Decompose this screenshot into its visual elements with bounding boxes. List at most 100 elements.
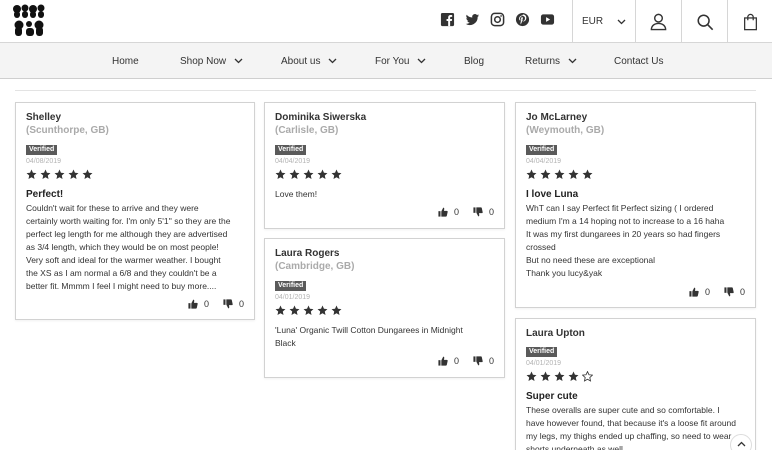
reviewer-location: (Cambridge, GB) <box>275 261 355 272</box>
star-filled-icon <box>540 169 551 179</box>
thumbs-down-icon[interactable] <box>223 299 233 309</box>
currency-label: EUR <box>581 16 604 27</box>
review-date: 04/08/2019 <box>26 158 62 165</box>
star-filled-icon <box>40 169 51 179</box>
nav-item-blog[interactable]: Blog <box>464 43 484 79</box>
thumbs-up-icon[interactable] <box>438 356 448 366</box>
top-header: EUR <box>0 0 772 43</box>
verified-badge: Verified <box>526 145 558 155</box>
nav-item-label: Returns <box>525 55 561 67</box>
star-rating <box>26 169 246 181</box>
review-card: Laura Upton Verified 04/01/2019 Super cu… <box>515 318 756 450</box>
nav-item-label: About us <box>281 55 321 67</box>
reviewer-name: Laura Rogers <box>275 248 340 259</box>
main-nav: Home Shop Now About us For You Blog Retu… <box>0 43 772 79</box>
star-filled-icon <box>82 169 93 179</box>
helpful-yes-count: 0 <box>203 299 209 309</box>
star-filled-icon <box>54 169 65 179</box>
star-empty-icon <box>582 371 593 382</box>
twitter-icon[interactable] <box>465 12 480 27</box>
review-date: 04/01/2019 <box>526 360 562 367</box>
instagram-icon[interactable] <box>490 12 505 27</box>
reviewer-name: Dominika Siwerska <box>275 112 367 123</box>
review-body: 'Luna' Organic Twill Cotton Dungarees in… <box>275 325 463 348</box>
thumbs-up-icon[interactable] <box>188 299 198 309</box>
review-body: WhT can I say Perfect fit Perfect sizing… <box>526 203 725 278</box>
reviewer-location: (Carlisle, GB) <box>275 125 339 136</box>
helpful-yes-count: 0 <box>453 356 459 366</box>
cart-button[interactable] <box>727 0 772 43</box>
verified-badge: Verified <box>526 347 558 357</box>
star-filled-icon <box>331 169 342 179</box>
account-button[interactable] <box>635 0 681 43</box>
review-card: Dominika Siwerska (Carlisle, GB) Verifie… <box>264 102 505 229</box>
review-card: Jo McLarney (Weymouth, GB) Verified 04/0… <box>515 102 756 308</box>
helpful-no-count: 0 <box>739 287 745 297</box>
brand-logo[interactable] <box>12 3 48 39</box>
search-button[interactable] <box>681 0 727 43</box>
star-filled-icon <box>289 305 300 315</box>
nav-item-label: For You <box>375 55 410 67</box>
nav-item-for-you[interactable]: For You <box>375 43 426 79</box>
star-filled-icon <box>540 371 551 381</box>
chevron-down-icon <box>329 58 337 64</box>
thumbs-up-icon[interactable] <box>689 287 699 297</box>
helpful-no-count: 0 <box>488 356 494 366</box>
scroll-to-top-button[interactable] <box>730 434 752 450</box>
thumbs-down-icon[interactable] <box>473 207 483 217</box>
star-rating <box>526 371 747 383</box>
review-card: Laura Rogers (Cambridge, GB) Verified 04… <box>264 238 505 378</box>
reviewer-name: Laura Upton <box>526 328 585 339</box>
star-rating <box>275 305 496 317</box>
star-filled-icon <box>275 305 286 315</box>
star-filled-icon <box>568 371 579 381</box>
nav-item-home[interactable]: Home <box>112 43 139 79</box>
review-body: Love them! <box>275 189 318 199</box>
star-filled-icon <box>289 169 300 179</box>
nav-item-label: Blog <box>464 55 485 67</box>
thumbs-down-icon[interactable] <box>724 287 734 297</box>
star-filled-icon <box>526 169 537 179</box>
review-date: 04/01/2019 <box>275 294 311 301</box>
youtube-icon[interactable] <box>540 12 555 27</box>
helpful-votes: 0 0 <box>689 287 745 297</box>
facebook-icon[interactable] <box>440 12 455 27</box>
chevron-down-icon <box>418 58 426 64</box>
currency-selector[interactable]: EUR <box>572 0 635 43</box>
chevron-down-icon <box>234 58 243 64</box>
divider <box>15 90 756 91</box>
star-filled-icon <box>568 169 579 179</box>
helpful-no-count: 0 <box>238 299 244 309</box>
nav-item-about-us[interactable]: About us <box>281 43 337 79</box>
star-filled-icon <box>68 169 79 179</box>
star-filled-icon <box>275 169 286 179</box>
chevron-up-icon <box>737 441 745 447</box>
star-filled-icon <box>303 305 314 315</box>
user-icon <box>650 13 667 31</box>
review-date: 04/04/2019 <box>275 158 311 165</box>
star-filled-icon <box>554 169 565 179</box>
review-body: Couldn't wait for these to arrive and th… <box>26 203 231 291</box>
reviewer-location: (Scunthorpe, GB) <box>26 125 109 136</box>
nav-item-label: Contact Us <box>614 55 664 67</box>
nav-item-shop-now[interactable]: Shop Now <box>180 43 243 79</box>
star-rating <box>275 169 496 181</box>
reviewer-name: Shelley <box>26 112 62 123</box>
pinterest-icon[interactable] <box>515 12 530 27</box>
thumbs-up-icon[interactable] <box>438 207 448 217</box>
nav-item-returns[interactable]: Returns <box>525 43 577 79</box>
star-filled-icon <box>331 305 342 315</box>
star-filled-icon <box>554 371 565 381</box>
nav-item-label: Home <box>112 55 139 67</box>
star-filled-icon <box>526 371 537 381</box>
chevron-down-icon <box>568 58 577 64</box>
review-title: I love Luna <box>526 189 579 200</box>
review-card: Shelley (Scunthorpe, GB) Verified 04/08/… <box>15 102 255 320</box>
star-filled-icon <box>317 305 328 315</box>
thumbs-down-icon[interactable] <box>473 356 483 366</box>
shopping-bag-icon <box>743 13 757 30</box>
helpful-yes-count: 0 <box>704 287 710 297</box>
verified-badge: Verified <box>275 145 307 155</box>
social-links <box>440 12 555 27</box>
nav-item-contact-us[interactable]: Contact Us <box>614 43 663 79</box>
